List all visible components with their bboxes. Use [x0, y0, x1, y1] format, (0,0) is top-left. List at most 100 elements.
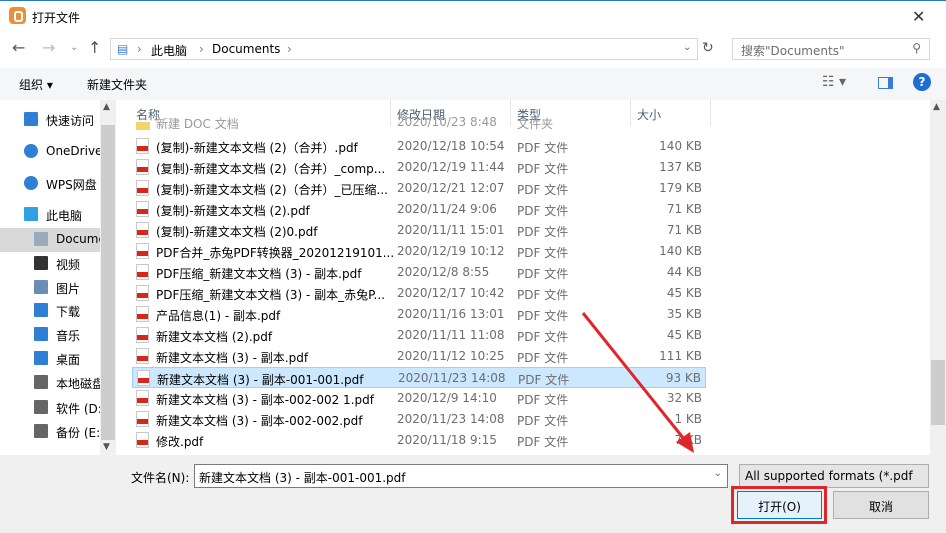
- sidebar-item[interactable]: 备份 (E:): [0, 420, 100, 444]
- file-name: (复制)-新建文本文档 (2)（合并）_comp...: [156, 162, 386, 176]
- sidebar-item[interactable]: Documents: [0, 228, 100, 252]
- file-name: 新建文本文档 (3) - 副本-002-002.pdf: [156, 414, 363, 428]
- file-row[interactable]: (复制)-新建文本文档 (2)（合并）_已压缩... 2020/12/21 12…: [132, 178, 706, 199]
- sidebar-item[interactable]: 快速访问: [0, 108, 100, 132]
- file-type-select[interactable]: All supported formats (*.pdf: [739, 464, 929, 488]
- new-folder-button[interactable]: 新建文件夹: [87, 76, 147, 93]
- file-name: PDF压缩_新建文本文档 (3) - 副本_赤兔P...: [156, 288, 385, 302]
- file-date: 2020/11/24 9:06: [397, 202, 497, 216]
- file-row[interactable]: 新建文本文档 (3) - 副本-002-002 1.pdf 2020/12/9 …: [132, 388, 706, 409]
- breadcrumb-this-pc[interactable]: 此电脑: [151, 42, 187, 59]
- back-button[interactable]: ←: [12, 38, 25, 57]
- file-row[interactable]: (复制)-新建文本文档 (2).pdf 2020/11/24 9:06 PDF …: [132, 199, 706, 220]
- up-button[interactable]: ↑: [88, 38, 101, 57]
- sidebar-item[interactable]: 下载: [0, 299, 100, 323]
- file-name: (复制)-新建文本文档 (2).pdf: [156, 204, 310, 218]
- close-button[interactable]: ✕: [912, 7, 925, 26]
- file-row[interactable]: 新建文本文档 (3) - 副本.pdf 2020/11/12 10:25 PDF…: [132, 346, 706, 367]
- file-row[interactable]: 产品信息(1) - 副本.pdf 2020/11/16 13:01 PDF 文件…: [132, 304, 706, 325]
- file-type: PDF 文件: [517, 309, 569, 323]
- file-date: 2020/11/12 10:25: [397, 349, 505, 363]
- desktop-icon: [34, 351, 48, 365]
- file-row[interactable]: (复制)-新建文本文档 (2)（合并）.pdf 2020/12/18 10:54…: [132, 136, 706, 157]
- cloud-icon: [24, 144, 38, 158]
- sidebar-item[interactable]: 软件 (D:): [0, 396, 100, 420]
- file-type: PDF 文件: [517, 141, 569, 155]
- scroll-up-icon[interactable]: ▲: [103, 102, 110, 112]
- file-date: 2020/11/23 14:08: [398, 371, 506, 385]
- pdf-file-icon: [136, 201, 149, 217]
- sidebar-item-label: 软件 (D:): [56, 402, 100, 416]
- file-size: 7 KB: [674, 433, 702, 447]
- file-size: 45 KB: [666, 328, 702, 342]
- file-type-value: All supported formats (*.pdf: [745, 469, 913, 483]
- scroll-up-icon[interactable]: ▲: [933, 102, 940, 112]
- pdf-file-icon: [136, 285, 149, 301]
- file-date: 2020/12/9 14:10: [397, 391, 497, 405]
- cancel-button[interactable]: 取消: [833, 491, 929, 519]
- file-size: 35 KB: [666, 307, 702, 321]
- sidebar-item[interactable]: OneDrive: [0, 140, 100, 164]
- sidebar-item-label: 本地磁盘: [56, 377, 100, 391]
- file-row[interactable]: PDF压缩_新建文本文档 (3) - 副本.pdf 2020/12/8 8:55…: [132, 262, 706, 283]
- sidebar-item[interactable]: 桌面: [0, 347, 100, 371]
- file-type: PDF 文件: [517, 330, 569, 344]
- view-options-icon[interactable]: ☷ ▾: [822, 74, 846, 90]
- preview-pane-icon[interactable]: [878, 77, 893, 89]
- file-date: 2020/11/11 15:01: [397, 223, 505, 237]
- file-row[interactable]: PDF压缩_新建文本文档 (3) - 副本_赤兔P... 2020/12/17 …: [132, 283, 706, 304]
- pdf-file-icon: [136, 159, 149, 175]
- filename-input[interactable]: 新建文本文档 (3) - 副本-001-001.pdf ⌄: [194, 464, 728, 488]
- file-type: PDF 文件: [517, 162, 569, 176]
- sidebar-item[interactable]: WPS网盘: [0, 172, 100, 196]
- filename-label: 文件名(N):: [131, 471, 190, 485]
- search-input[interactable]: 搜索"Documents" ⚲: [732, 38, 930, 60]
- file-row[interactable]: PDF合并_赤兔PDF转换器_20201219101... 2020/12/19…: [132, 241, 706, 262]
- chevron-down-icon[interactable]: ⌄: [714, 468, 722, 479]
- chevron-right-icon: ›: [287, 42, 292, 56]
- forward-button[interactable]: →: [42, 38, 55, 57]
- scroll-down-icon[interactable]: ▼: [103, 442, 110, 452]
- app-icon: [9, 7, 26, 24]
- file-row[interactable]: 新建文本文档 (2).pdf 2020/11/11 11:08 PDF 文件 4…: [132, 325, 706, 346]
- file-type: PDF 文件: [517, 246, 569, 260]
- file-date: 2020/12/18 10:54: [397, 139, 505, 153]
- sidebar-item[interactable]: 本地磁盘: [0, 371, 100, 395]
- file-row[interactable]: (复制)-新建文本文档 (2)0.pdf 2020/11/11 15:01 PD…: [132, 220, 706, 241]
- file-date: 2020/11/16 13:01: [397, 307, 505, 321]
- chevron-right-icon: ›: [137, 42, 142, 56]
- star-icon: [24, 112, 38, 126]
- pdf-file-icon: [136, 390, 149, 406]
- chevron-down-icon[interactable]: ⌄: [683, 42, 691, 53]
- download-icon: [34, 303, 48, 317]
- sidebar-item[interactable]: 此电脑: [0, 203, 100, 227]
- refresh-icon[interactable]: ↻: [702, 40, 714, 56]
- file-size: 179 KB: [659, 181, 702, 195]
- file-type: PDF 文件: [517, 288, 569, 302]
- file-row[interactable]: 修改.pdf 2020/11/18 9:15 PDF 文件 7 KB: [132, 430, 706, 451]
- pdf-file-icon: [136, 306, 149, 322]
- picture-icon: [34, 280, 48, 294]
- file-type: PDF 文件: [517, 414, 569, 428]
- file-list-scroll-thumb[interactable]: [931, 360, 945, 425]
- file-name: 修改.pdf: [156, 435, 204, 449]
- file-size: 32 KB: [666, 391, 702, 405]
- sidebar-item[interactable]: 视频: [0, 252, 100, 276]
- pdf-file-icon: [136, 411, 149, 427]
- toolbar: 组织 ▾ 新建文件夹 ☷ ▾ ?: [0, 68, 946, 100]
- sidebar-item[interactable]: 图片: [0, 276, 100, 300]
- list-item[interactable]: 新建 DOC 文档 2020/10/23 8:48 文件夹: [132, 116, 706, 130]
- recent-dropdown-icon[interactable]: ⌄: [70, 42, 78, 53]
- sidebar-item[interactable]: 音乐: [0, 323, 100, 347]
- search-placeholder: 搜索"Documents": [741, 44, 845, 58]
- address-bar[interactable]: ▤ › 此电脑 › Documents › ⌄: [110, 38, 698, 60]
- help-icon[interactable]: ?: [913, 73, 931, 91]
- pdf-file-icon: [136, 264, 149, 280]
- file-type: PDF 文件: [517, 183, 569, 197]
- sidebar-scroll-thumb[interactable]: [101, 125, 115, 440]
- file-row[interactable]: (复制)-新建文本文档 (2)（合并）_comp... 2020/12/19 1…: [132, 157, 706, 178]
- organize-button[interactable]: 组织 ▾: [19, 76, 53, 93]
- file-row[interactable]: 新建文本文档 (3) - 副本-001-001.pdf 2020/11/23 1…: [132, 367, 706, 388]
- breadcrumb-documents[interactable]: Documents: [212, 42, 280, 56]
- file-row[interactable]: 新建文本文档 (3) - 副本-002-002.pdf 2020/11/23 1…: [132, 409, 706, 430]
